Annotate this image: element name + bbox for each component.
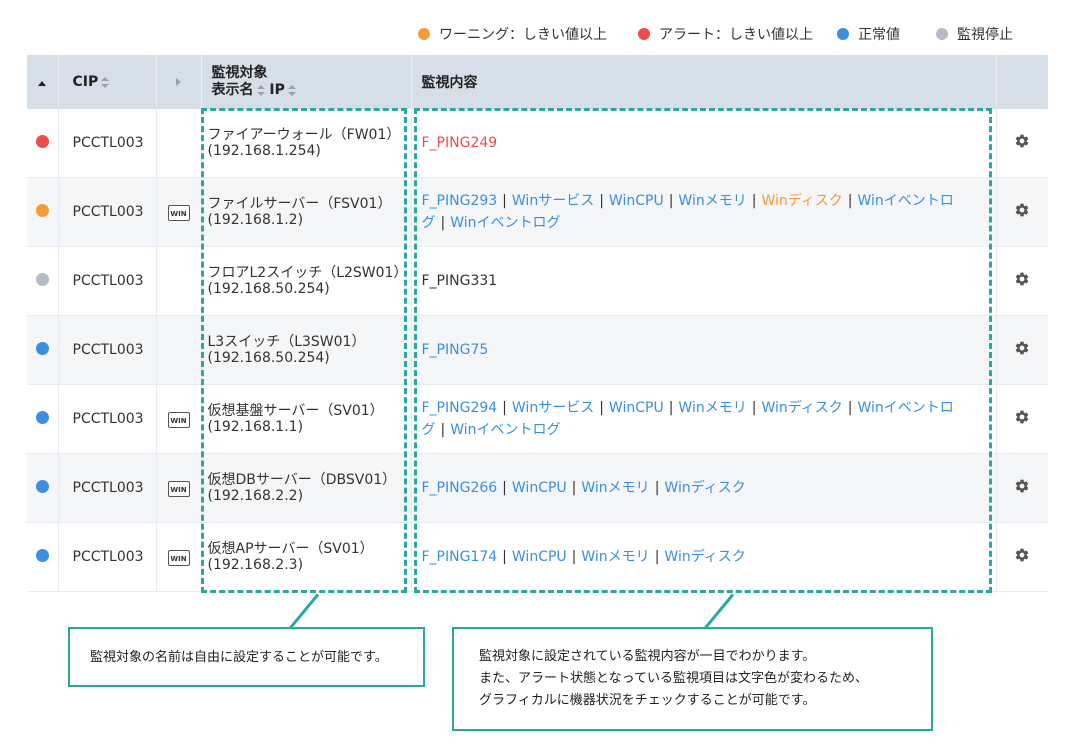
name-sort-header[interactable]: 表示名	[212, 82, 254, 98]
expand-arrow-icon	[176, 78, 181, 86]
cip-cell: PCCTL003	[58, 384, 157, 454]
gear-icon[interactable]	[1014, 548, 1030, 567]
settings-cell	[996, 453, 1048, 523]
status-dot-icon	[35, 203, 49, 217]
cip-cell: PCCTL003	[58, 315, 157, 385]
sort-icon[interactable]	[256, 84, 265, 96]
cip-header[interactable]: CIP	[58, 55, 157, 109]
settings-cell	[996, 109, 1048, 178]
monitor-callout-line-3: グラフィカルに機器状況をチェックすることが可能です。	[479, 693, 816, 708]
warning-dot-icon	[418, 28, 430, 40]
legend-normal: 正常値	[837, 24, 900, 44]
legend-stopped-label: 監視停止	[957, 27, 1013, 43]
cip-cell: PCCTL003	[58, 246, 157, 316]
windows-badge-icon: WIN	[167, 204, 190, 221]
monitor-callout: 監視対象に設定されている監視内容が一目でわかります。 また、アラート状態となって…	[452, 627, 933, 731]
windows-badge-icon: WIN	[167, 411, 190, 428]
status-cell	[27, 246, 59, 316]
gear-icon[interactable]	[1014, 272, 1030, 291]
os-cell: WIN	[156, 522, 202, 592]
status-cell	[27, 315, 59, 385]
status-dot-icon	[35, 479, 49, 493]
name-callout: 監視対象の名前は自由に設定することが可能です。	[68, 627, 425, 687]
windows-badge-icon: WIN	[167, 549, 190, 566]
legend-normal-label: 正常値	[858, 27, 900, 43]
target-header: 監視対象 表示名 IP	[201, 55, 412, 109]
monitor-header: 監視内容	[411, 55, 997, 109]
legend-warning-label: ワーニング：しきい値以上	[439, 27, 607, 43]
gear-icon[interactable]	[1014, 410, 1030, 429]
settings-header	[996, 55, 1048, 109]
expand-header[interactable]	[156, 55, 202, 109]
os-cell: WIN	[156, 453, 202, 523]
status-cell	[27, 177, 59, 247]
settings-cell	[996, 522, 1048, 592]
monitor-callout-line-1: 監視対象に設定されている監視内容が一目でわかります。	[479, 649, 816, 664]
gear-icon[interactable]	[1014, 134, 1030, 153]
legend-warning: ワーニング：しきい値以上	[418, 24, 607, 44]
status-dot-icon	[35, 272, 49, 286]
alert-dot-icon	[638, 28, 650, 40]
normal-dot-icon	[837, 28, 849, 40]
status-cell	[27, 453, 59, 523]
status-sort-header[interactable]	[27, 55, 59, 109]
name-callout-text: 監視対象の名前は自由に設定することが可能です。	[90, 650, 388, 665]
gear-icon[interactable]	[1014, 341, 1030, 360]
target-header-title: 監視対象	[211, 65, 268, 81]
os-cell: WIN	[156, 384, 202, 454]
monitor-highlight-box	[414, 108, 992, 593]
stopped-dot-icon	[936, 28, 948, 40]
gear-icon[interactable]	[1014, 203, 1030, 222]
cip-cell: PCCTL003	[58, 177, 157, 247]
sort-asc-icon	[38, 81, 47, 86]
status-dot-icon	[35, 548, 49, 562]
sort-icon[interactable]	[287, 84, 296, 96]
left-callout-connector	[287, 593, 320, 631]
cip-cell: PCCTL003	[58, 522, 157, 592]
settings-cell	[996, 246, 1048, 316]
status-cell	[27, 522, 59, 592]
legend-alert: アラート：しきい値以上	[638, 24, 813, 44]
table-header-row: CIP 監視対象 表示名 IP 監視内容	[27, 55, 1048, 109]
settings-cell	[996, 315, 1048, 385]
cip-cell: PCCTL003	[58, 453, 157, 523]
target-highlight-box	[201, 108, 407, 593]
status-dot-icon	[35, 341, 49, 355]
status-legend: ワーニング：しきい値以上 アラート：しきい値以上 正常値 監視停止	[0, 24, 1077, 44]
ip-sort-header[interactable]: IP	[269, 82, 284, 98]
cip-header-label: CIP	[72, 74, 99, 90]
os-cell	[156, 315, 202, 385]
windows-badge-icon: WIN	[167, 480, 190, 497]
status-dot-icon	[35, 410, 49, 424]
os-cell	[156, 109, 202, 178]
sort-icon	[101, 76, 110, 88]
legend-stopped: 監視停止	[936, 24, 1013, 44]
right-callout-connector	[702, 593, 735, 631]
gear-icon[interactable]	[1014, 479, 1030, 498]
status-cell	[27, 384, 59, 454]
cip-cell: PCCTL003	[58, 109, 157, 178]
status-dot-icon	[35, 134, 49, 148]
legend-alert-label: アラート：しきい値以上	[659, 27, 813, 43]
monitor-callout-line-2: また、アラート状態となっている監視項目は文字色が変わるため、	[479, 671, 868, 686]
settings-cell	[996, 177, 1048, 247]
status-cell	[27, 109, 59, 178]
os-cell: WIN	[156, 177, 202, 247]
settings-cell	[996, 384, 1048, 454]
os-cell	[156, 246, 202, 316]
